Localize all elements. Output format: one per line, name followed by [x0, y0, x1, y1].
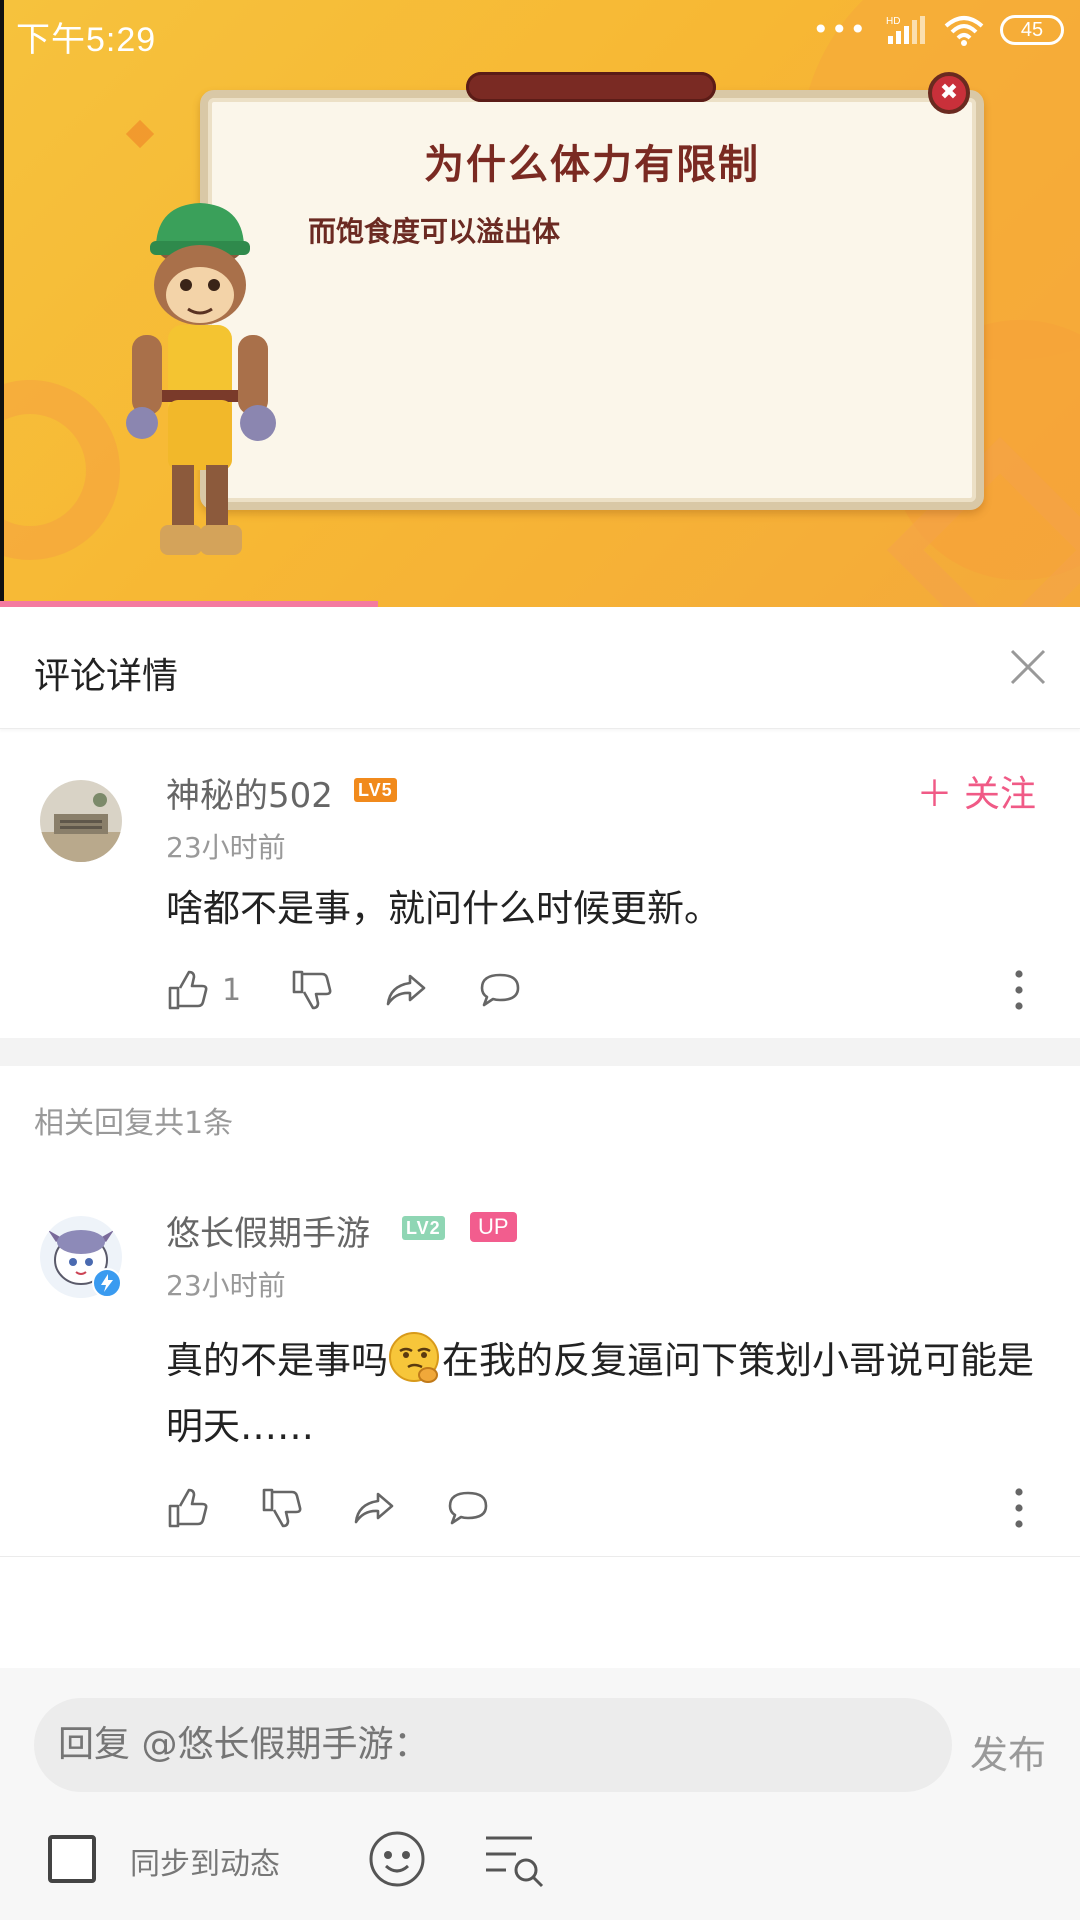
- more-options-icon[interactable]: [1014, 968, 1024, 1012]
- svg-text:HD: HD: [886, 16, 900, 27]
- wifi-icon: [944, 16, 984, 46]
- comment-username[interactable]: 神秘的502: [166, 768, 333, 817]
- signal-icon: HD: [886, 16, 925, 44]
- status-bar: 下午5:29 ••• HD 45: [0, 0, 1080, 64]
- like-count: 1: [222, 972, 242, 1008]
- comment-detail-header: 评论详情: [0, 607, 1080, 729]
- video-player[interactable]: 为什么体力有限制 而饱食度可以溢出体 ✖ 下午5:29 ••• HD 45: [0, 0, 1080, 607]
- share-icon: [386, 974, 426, 1006]
- reply-content-text: 真的不是事吗: [166, 1339, 388, 1382]
- thumbs-down-icon: [292, 970, 332, 1010]
- avatar-image: [40, 780, 122, 862]
- verified-icon: [92, 1268, 122, 1298]
- follow-button[interactable]: ＋ 关注: [917, 765, 1036, 817]
- page-title: 评论详情: [34, 656, 179, 697]
- reply-comment-button[interactable]: [446, 1484, 490, 1532]
- thinking-emoji-icon: [389, 1332, 439, 1383]
- video-background-shape: [125, 119, 155, 149]
- reply-username[interactable]: 悠长假期手游: [166, 1206, 370, 1255]
- reply-button[interactable]: [478, 966, 522, 1014]
- sync-checkbox[interactable]: [48, 1835, 96, 1883]
- video-edge: [0, 0, 4, 607]
- thumbs-up-icon: [168, 970, 208, 1010]
- avatar[interactable]: [40, 780, 122, 862]
- more-notifications-icon: •••: [812, 13, 868, 46]
- battery-icon: 45: [1000, 15, 1064, 45]
- thumbs-up-icon: [168, 1488, 208, 1528]
- monkey-character-image: [126, 203, 276, 555]
- share-button[interactable]: [384, 966, 428, 1014]
- reply-time: 23小时前: [166, 1269, 286, 1302]
- reply-dislike-button[interactable]: [260, 1484, 304, 1532]
- close-icon[interactable]: [1006, 645, 1050, 689]
- section-divider: [0, 1038, 1080, 1066]
- reply-composer: 发布 同步到动态: [0, 1668, 1080, 1920]
- video-background-shape: [0, 380, 120, 560]
- video-dialog-handle: [466, 72, 716, 102]
- reply-share-button[interactable]: [352, 1484, 396, 1532]
- comment-icon: [480, 973, 520, 1007]
- reply-like-button[interactable]: [166, 1484, 210, 1532]
- reply-more-options-icon[interactable]: [1014, 1486, 1024, 1530]
- publish-button[interactable]: 发布: [970, 1724, 1046, 1779]
- like-button[interactable]: 1: [166, 966, 241, 1014]
- video-dialog-title: 为什么体力有限制: [424, 142, 760, 188]
- up-badge: UP: [470, 1212, 517, 1242]
- comment-content: 啥都不是事，就问什么时候更新。: [166, 887, 721, 930]
- sync-label: 同步到动态: [130, 1847, 280, 1882]
- thumbs-down-icon: [262, 1488, 302, 1528]
- emoji-icon[interactable]: [368, 1830, 426, 1888]
- comment-time: 23小时前: [166, 831, 286, 864]
- level-badge: LV5: [354, 778, 397, 802]
- dislike-button[interactable]: [290, 966, 334, 1014]
- comment-icon: [448, 1491, 488, 1525]
- search-list-icon[interactable]: [482, 1830, 546, 1890]
- reply-input[interactable]: [34, 1698, 952, 1792]
- video-dialog-text: 而饱食度可以溢出体: [308, 215, 561, 248]
- replies-count-label: 相关回复共1条: [34, 1106, 234, 1141]
- video-dialog-close-icon: ✖: [928, 72, 970, 114]
- reply-content: 真的不是事吗 在我的反复逼问下策划小哥说可能是明天……: [166, 1328, 1046, 1460]
- share-icon: [354, 1492, 394, 1524]
- status-time: 下午5:29: [16, 21, 157, 59]
- divider: [0, 1556, 1080, 1557]
- reply-level-badge: LV2: [402, 1216, 445, 1240]
- video-dialog-panel: 为什么体力有限制 而饱食度可以溢出体: [200, 90, 984, 510]
